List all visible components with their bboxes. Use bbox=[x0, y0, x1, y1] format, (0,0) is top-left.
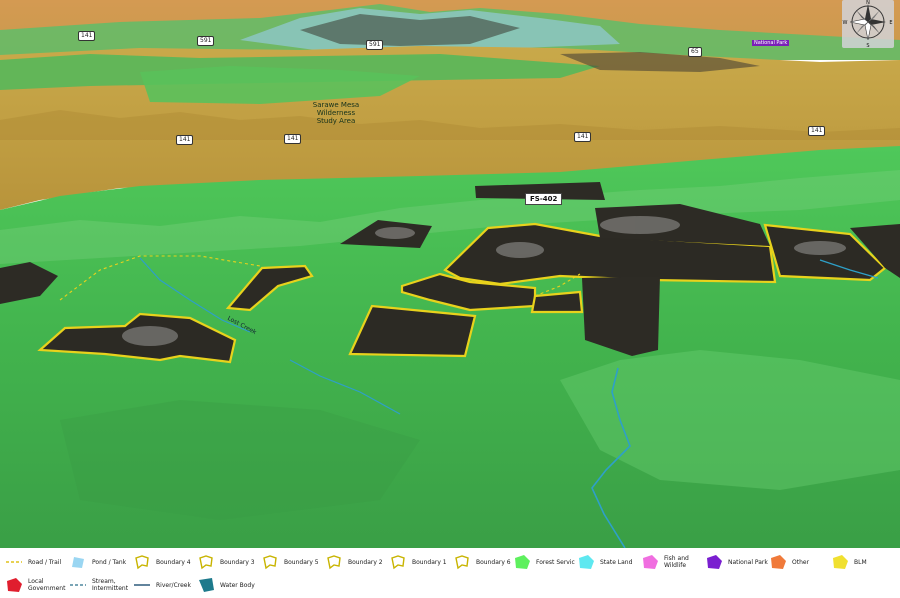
national-park-label: National Park bbox=[752, 40, 790, 46]
boundary-icon bbox=[199, 555, 213, 570]
compass-e: E bbox=[889, 20, 892, 26]
forest-service-icon bbox=[515, 555, 530, 569]
legend-item-stream-intermittent: Stream, Intermittent bbox=[68, 574, 130, 596]
legend-item-boundary-4: Boundary 4 bbox=[132, 551, 191, 573]
national-park-icon bbox=[707, 555, 722, 569]
fs-road-label: FS-402 bbox=[525, 193, 563, 205]
road-shield: 141 bbox=[284, 134, 302, 144]
legend-item-pond-tank: Pond / Tank bbox=[68, 551, 126, 573]
legend-item-other: Other bbox=[768, 551, 809, 573]
boundary-icon bbox=[135, 555, 149, 570]
stream-intermittent-icon bbox=[70, 584, 86, 586]
boundary-icon bbox=[263, 555, 277, 570]
boundary-icon bbox=[327, 555, 341, 570]
road-shield: 141 bbox=[808, 126, 826, 136]
compass-w: W bbox=[843, 20, 848, 26]
map-view[interactable]: 141 591 591 141 141 65 141 141 Sarawe Me… bbox=[0, 0, 900, 548]
legend-item-boundary-3: Boundary 3 bbox=[196, 551, 255, 573]
wilderness-area-label: Sarawe Mesa Wilderness Study Area bbox=[312, 101, 360, 125]
road-shield: 591 bbox=[197, 36, 215, 46]
legend-item-state-land: State Land bbox=[576, 551, 632, 573]
legend-item-road-trail: Road / Trail bbox=[4, 551, 61, 573]
legend-item-blm: BLM bbox=[830, 551, 867, 573]
boundary-icon bbox=[391, 555, 405, 570]
road-shield: 141 bbox=[78, 31, 96, 41]
local-government-icon bbox=[7, 578, 22, 592]
compass-icon: N S E W bbox=[843, 0, 893, 48]
legend-item-river-creek: River/Creek bbox=[132, 574, 191, 596]
fish-wildlife-icon bbox=[643, 555, 658, 569]
water-body-icon bbox=[199, 578, 214, 592]
parcel-3 bbox=[348, 304, 477, 358]
state-land-icon bbox=[579, 555, 594, 569]
compass-s: S bbox=[866, 43, 869, 48]
other-icon bbox=[771, 555, 786, 569]
river-creek-icon bbox=[134, 584, 150, 586]
compass-rose-button[interactable]: N S E W bbox=[842, 0, 894, 48]
legend-item-boundary-6: Boundary 6 bbox=[452, 551, 511, 573]
legend-item-water-body: Water Body bbox=[196, 574, 255, 596]
map-legend: Road / Trail Pond / Tank Boundary 4 Boun… bbox=[0, 548, 900, 598]
road-shield: 141 bbox=[574, 132, 592, 142]
road-shield: 65 bbox=[688, 47, 702, 57]
legend-item-boundary-5: Boundary 5 bbox=[260, 551, 319, 573]
legend-item-forest-service: Forest Servic bbox=[512, 551, 575, 573]
terrain-map bbox=[0, 0, 900, 548]
compass-n: N bbox=[866, 0, 870, 6]
pond-tank-icon bbox=[72, 557, 84, 568]
legend-item-local-government: Local Government bbox=[4, 574, 65, 596]
road-shield: 591 bbox=[366, 40, 384, 50]
boundary-icon bbox=[455, 555, 469, 570]
blm-icon bbox=[833, 555, 848, 569]
legend-item-national-park: National Park bbox=[704, 551, 768, 573]
legend-item-boundary-1: Boundary 1 bbox=[388, 551, 447, 573]
road-shield: 141 bbox=[176, 135, 194, 145]
road-trail-icon bbox=[6, 561, 22, 563]
legend-item-boundary-2: Boundary 2 bbox=[324, 551, 383, 573]
parcel-6 bbox=[530, 290, 584, 314]
legend-item-fish-wildlife: Fish and Wildlife bbox=[640, 551, 694, 573]
